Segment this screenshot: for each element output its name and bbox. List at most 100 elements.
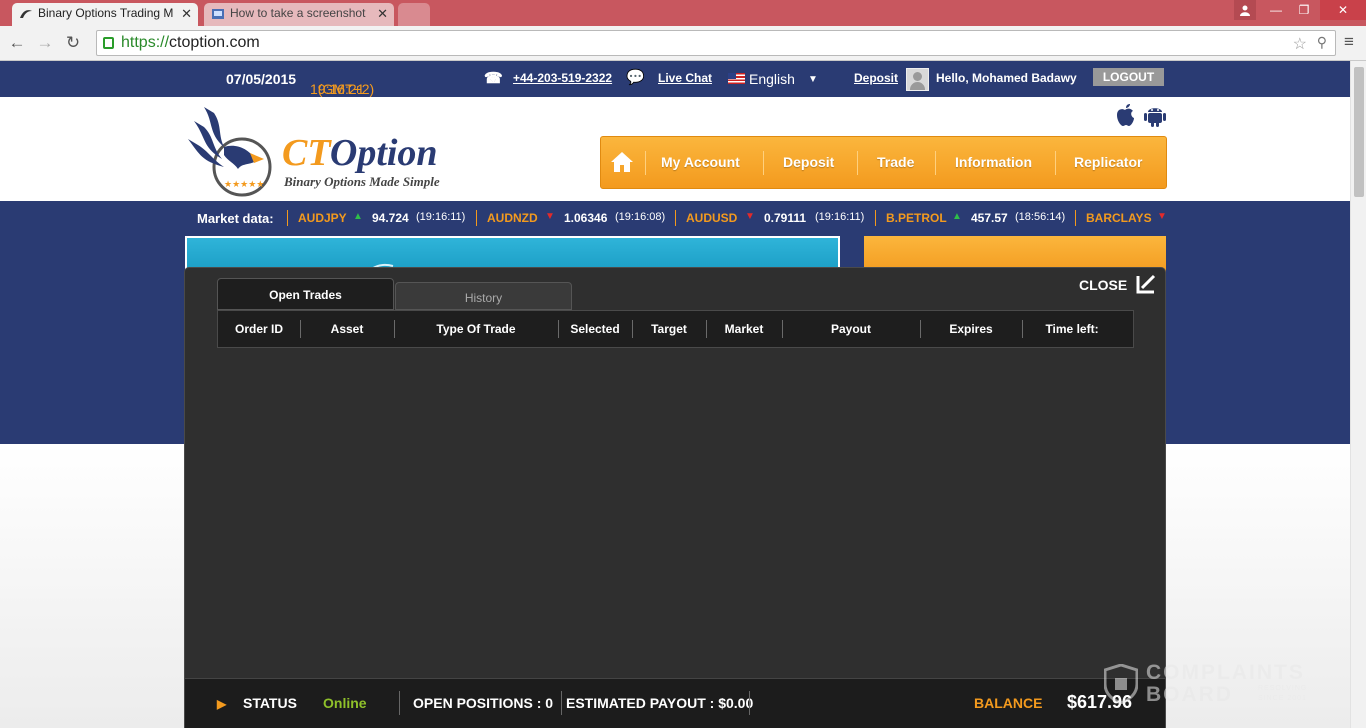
ctoption-favicon-icon (19, 7, 33, 21)
nav-trade[interactable]: Trade (877, 137, 914, 188)
brand-tagline: Binary Options Made Simple (284, 174, 440, 189)
market-ticker: Market data: AUDJPY ▲ 94.724 (19:16:11) … (0, 201, 1350, 234)
estimated-payout: ESTIMATED PAYOUT : $0.00 (566, 695, 754, 711)
ticker-divider (675, 210, 676, 226)
deposit-link[interactable]: Deposit (854, 71, 898, 85)
status-label: STATUS (243, 695, 297, 711)
balance-label: BALANCE (974, 695, 1043, 711)
caret-right-icon: ▶ (217, 697, 227, 711)
back-arrow-icon[interactable]: ← (6, 32, 28, 54)
ticker-price: 0.79111 (764, 211, 807, 225)
ticker-time: (19:16:11) (815, 211, 865, 223)
site-topbar: 07/05/2015 19:16:21 (GMT+2) ☎ +44-203-51… (0, 61, 1350, 97)
column-header[interactable]: Type Of Trade (394, 311, 558, 347)
column-header[interactable]: Selected (558, 311, 632, 347)
ticker-time: (19:16:08) (615, 211, 666, 223)
brand-logo-text[interactable]: CTOption (282, 133, 438, 173)
extension-icon[interactable]: ⚲ (1317, 34, 1327, 51)
android-icon[interactable] (1144, 103, 1166, 127)
account-status-bar: ▶ STATUS Online OPEN POSITIONS : 0 ESTIM… (185, 678, 1165, 728)
ticker-label: Market data: (197, 211, 274, 226)
apple-icon[interactable] (1114, 103, 1136, 127)
watermark-line-2: BOARD (1146, 683, 1233, 706)
column-header[interactable]: Asset (300, 311, 394, 347)
nav-divider (857, 151, 858, 175)
eagle-logo-icon[interactable]: ★★★★★ (184, 103, 280, 199)
ticker-time: (19:16:11) (416, 211, 466, 223)
nav-information[interactable]: Information (955, 137, 1032, 188)
tab-history[interactable]: History (395, 282, 572, 310)
column-header[interactable]: Expires (920, 311, 1022, 347)
main-navigation: My Account Deposit Trade Information Rep… (600, 136, 1167, 189)
address-bar[interactable]: https://ctoption.com ☆ ⚲ (96, 30, 1336, 56)
chat-bubble-icon: 💬 (626, 69, 645, 86)
tab-close-icon[interactable]: ✕ (377, 3, 388, 24)
current-time: 19:16:21 (GMT+2) (310, 81, 375, 97)
browser-tab-inactive[interactable]: How to take a screenshot ✕ (204, 3, 394, 26)
close-panel-button[interactable]: CLOSE (1079, 274, 1127, 296)
browser-toolbar: ← → ↻ https://ctoption.com ☆ ⚲ ≡ (0, 26, 1366, 61)
minimize-icon[interactable]: — (1262, 0, 1290, 20)
ticker-divider (875, 210, 876, 226)
ticker-symbol[interactable]: B.PETROL (886, 211, 947, 225)
watermark-line-1: COMPLAINTS (1146, 661, 1305, 684)
tab-close-icon[interactable]: ✕ (181, 3, 192, 24)
url-text: https://ctoption.com (121, 34, 260, 51)
collapse-arrow-icon[interactable] (1135, 273, 1157, 295)
phone-link[interactable]: +44-203-519-2322 (513, 71, 612, 85)
us-flag-icon (728, 73, 745, 84)
scrollbar-thumb[interactable] (1354, 67, 1364, 197)
ticker-time: (18:56:14) (1015, 211, 1066, 223)
status-divider (749, 691, 750, 715)
chrome-menu-icon[interactable]: ≡ (1344, 32, 1354, 52)
home-icon[interactable] (609, 149, 637, 177)
reload-icon[interactable]: ↻ (62, 32, 84, 54)
lock-icon (103, 37, 114, 49)
nav-deposit[interactable]: Deposit (783, 137, 834, 188)
logout-button[interactable]: LOGOUT (1093, 68, 1164, 86)
ticker-price: 94.724 (372, 211, 409, 225)
nav-my-account[interactable]: My Account (661, 137, 740, 188)
status-divider (561, 691, 562, 715)
nav-divider (763, 151, 764, 175)
site-header: ★★★★★ CTOption Binary Options Made Simpl… (0, 97, 1350, 201)
ticker-price: 1.06346 (564, 211, 608, 225)
ticker-symbol[interactable]: AUDNZD (487, 211, 538, 225)
browser-tab-title: How to take a screenshot (230, 6, 366, 20)
tab-open-trades[interactable]: Open Trades (217, 278, 394, 310)
nav-replicator[interactable]: Replicator (1074, 137, 1142, 188)
column-header[interactable]: Target (632, 311, 706, 347)
screenshot-favicon-icon (211, 7, 225, 21)
watermark-small-2: SINCE 2001 (1258, 695, 1307, 702)
web-page: 07/05/2015 19:16:21 (GMT+2) ☎ +44-203-51… (0, 61, 1350, 728)
chevron-down-icon[interactable]: ▼ (808, 74, 818, 85)
column-header[interactable]: Payout (782, 311, 920, 347)
window-close-icon[interactable]: ✕ (1320, 0, 1366, 20)
nav-divider (645, 151, 646, 175)
browser-tab-strip: Binary Options Trading M ✕ How to take a… (0, 0, 1366, 26)
trades-table-header: Order ID Asset Type Of Trade Selected Ta… (217, 310, 1134, 348)
language-select[interactable]: English (749, 71, 795, 87)
bookmark-star-icon[interactable]: ☆ (1293, 34, 1307, 54)
ticker-price: 457.57 (971, 211, 1008, 225)
restore-icon[interactable]: ❐ (1290, 0, 1318, 20)
browser-tab-active[interactable]: Binary Options Trading M ✕ (12, 3, 198, 26)
forward-arrow-icon[interactable]: → (34, 32, 56, 54)
watermark: COMPLAINTS BOARD RESOLVING SINCE 2001 (1103, 661, 1324, 708)
watermark-small-1: RESOLVING (1258, 685, 1308, 692)
column-header[interactable]: Time left: (1022, 311, 1122, 347)
ticker-symbol[interactable]: AUDJPY (298, 211, 347, 225)
open-positions-count: OPEN POSITIONS : 0 (413, 695, 554, 711)
column-header[interactable]: Order ID (218, 311, 300, 347)
user-profile-icon[interactable] (1234, 0, 1256, 20)
ticker-divider (287, 210, 288, 226)
ticker-symbol[interactable]: AUDUSD (686, 211, 737, 225)
ticker-symbol[interactable]: BARCLAYS (1086, 211, 1152, 225)
live-chat-link[interactable]: Live Chat (658, 71, 712, 85)
nav-divider (1055, 151, 1056, 175)
column-header[interactable]: Market (706, 311, 782, 347)
phone-icon: ☎ (484, 70, 503, 87)
new-tab-button[interactable] (398, 3, 430, 26)
page-scrollbar[interactable] (1350, 61, 1366, 728)
browser-tab-title: Binary Options Trading M (38, 6, 174, 20)
